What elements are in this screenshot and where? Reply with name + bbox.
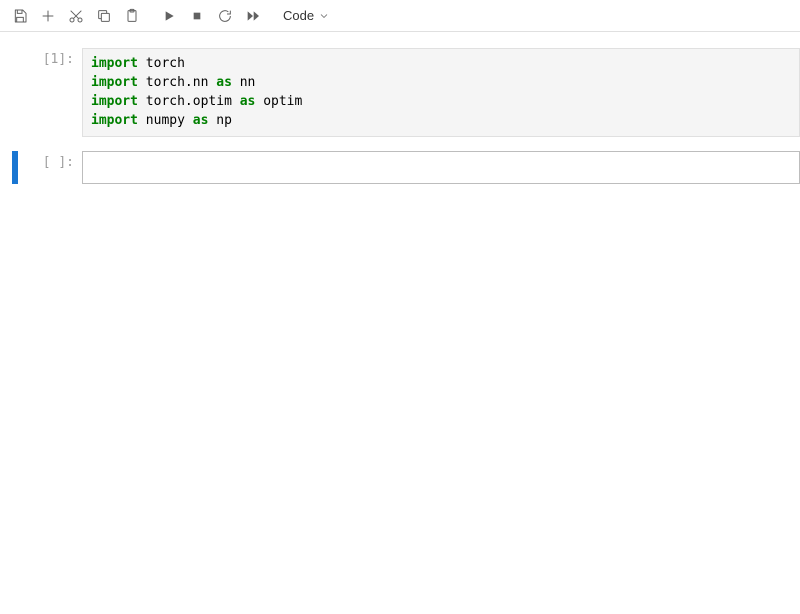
paste-button[interactable] (120, 4, 144, 28)
copy-button[interactable] (92, 4, 116, 28)
run-all-button[interactable] (241, 4, 265, 28)
notebook-toolbar: Code (0, 0, 800, 32)
run-button[interactable] (157, 4, 181, 28)
add-cell-button[interactable] (36, 4, 60, 28)
cell-type-label: Code (283, 8, 314, 23)
stop-button[interactable] (185, 4, 209, 28)
cell-input-area[interactable] (82, 151, 800, 184)
cell-prompt: [ ]: (18, 151, 82, 184)
save-button[interactable] (8, 4, 32, 28)
cell-input-area[interactable]: import torchimport torch.nn as nnimport … (82, 48, 800, 137)
cell-prompt: [1]: (18, 48, 82, 137)
code-line: import torch (91, 55, 791, 74)
notebook-cells-container: [1]:import torchimport torch.nn as nnimp… (0, 32, 800, 186)
code-cell[interactable]: [1]:import torchimport torch.nn as nnimp… (0, 46, 800, 139)
code-line (91, 158, 791, 177)
chevron-down-icon (318, 10, 330, 22)
cut-button[interactable] (64, 4, 88, 28)
cell-type-select[interactable]: Code (275, 4, 338, 28)
code-cell[interactable]: [ ]: (0, 149, 800, 186)
code-line: import numpy as np (91, 112, 791, 131)
code-line: import torch.optim as optim (91, 93, 791, 112)
code-line: import torch.nn as nn (91, 74, 791, 93)
restart-button[interactable] (213, 4, 237, 28)
